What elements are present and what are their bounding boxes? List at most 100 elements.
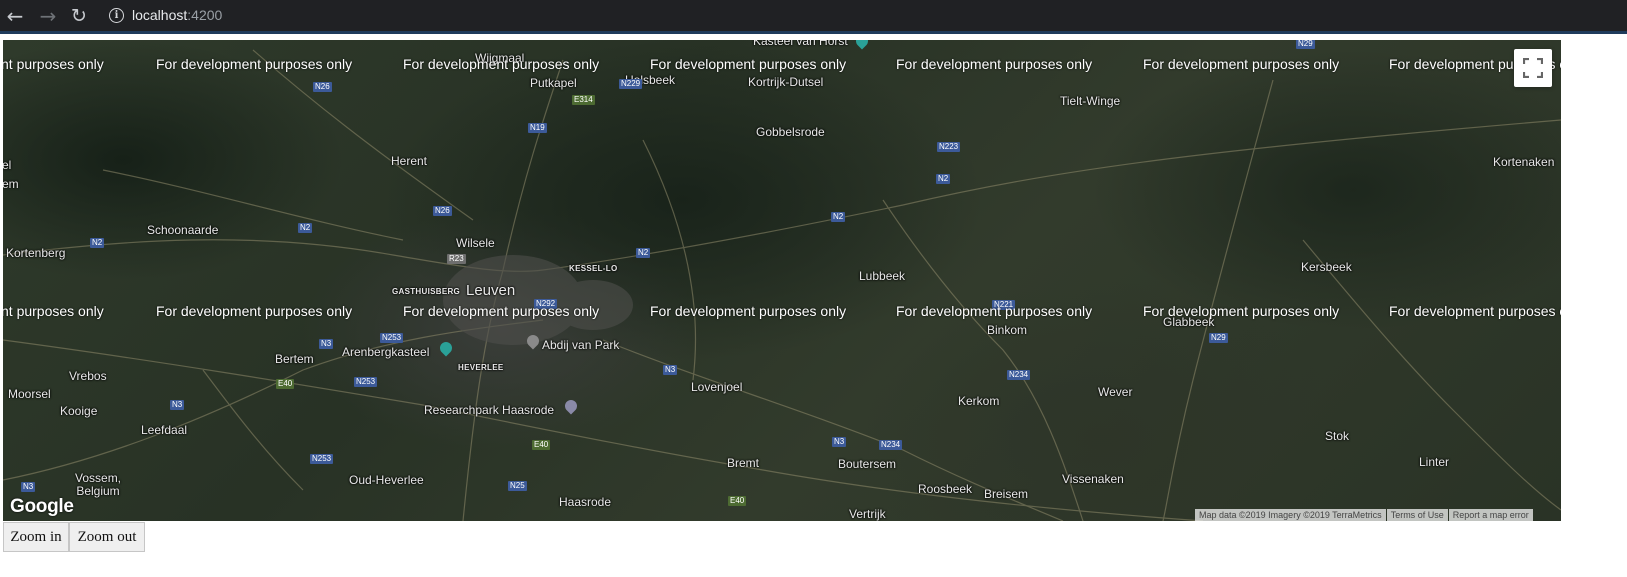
google-logo[interactable]: Google	[10, 496, 74, 518]
road-shield: N25	[508, 481, 527, 491]
place-label: Lubbeek	[859, 269, 906, 283]
place-label: Kasteel van Horst	[753, 40, 848, 48]
road-shield: E40	[728, 496, 747, 506]
fullscreen-icon	[1523, 58, 1543, 78]
url-text[interactable]: localhost:4200	[132, 7, 222, 23]
browser-toolbar: ← → ↻ i localhost:4200	[0, 0, 1627, 34]
place-label: Abdij van Park	[542, 338, 620, 352]
place-label: Linter	[1419, 455, 1450, 469]
road-shield: N234	[1007, 370, 1031, 380]
road-shield: N29	[1296, 40, 1315, 49]
road-shield: E314	[572, 95, 595, 105]
place-label: Kortenaken	[1493, 155, 1555, 169]
place-label: el	[3, 158, 12, 172]
place-label: Roosbeek	[918, 482, 973, 496]
info-icon[interactable]: i	[109, 8, 124, 23]
place-label: Stok	[1325, 429, 1350, 443]
place-label: Kerkom	[958, 394, 1000, 408]
dev-watermark: For development purposes only	[650, 56, 847, 72]
address-bar[interactable]: i localhost:4200	[102, 3, 1622, 29]
road-shield: E40	[532, 440, 551, 450]
road-shield: N3	[319, 339, 334, 349]
place-label: Boutersem	[838, 457, 897, 471]
fullscreen-button[interactable]	[1514, 49, 1552, 87]
road-shield: N26	[433, 206, 452, 216]
road-shield: N19	[528, 123, 547, 133]
place-label: Putkapel	[530, 76, 577, 90]
road-shield: N3	[170, 400, 185, 410]
road-shield: N2	[636, 248, 651, 258]
place-label: Wilsele	[456, 236, 495, 250]
place-label: Oud-Heverlee	[349, 473, 424, 487]
place-label: Vrebos	[69, 369, 107, 383]
place-label: Kortrijk-Dutsel	[748, 75, 824, 89]
place-label: Moorsel	[8, 387, 51, 401]
road-shield: N2	[936, 174, 951, 184]
dev-watermark: For development purposes only	[1143, 303, 1340, 319]
road-shield: N2	[298, 223, 313, 233]
road-shield: N223	[937, 142, 961, 152]
road-shield: N26	[313, 82, 332, 92]
dev-watermark: For development purposes only	[156, 56, 353, 72]
place-label: Kooige	[60, 404, 98, 418]
map-attribution: Map data ©2019 Imagery ©2019 TerraMetric…	[1194, 509, 1533, 521]
place-label: Binkom	[987, 323, 1028, 337]
place-label: Gobbelsrode	[756, 125, 825, 139]
url-host: localhost	[132, 7, 188, 23]
arrow-left-icon[interactable]: ←	[2, 3, 28, 29]
place-label: Kersbeek	[1301, 260, 1352, 274]
place-label: Vertrijk	[849, 507, 886, 521]
place-label: Bertem	[275, 352, 314, 366]
map-data-text: Map data ©2019 Imagery ©2019 TerraMetric…	[1195, 509, 1386, 521]
road-shield: N229	[619, 79, 643, 89]
dev-watermark: For development purposes only	[650, 303, 847, 319]
zoom-out-button[interactable]: Zoom out	[69, 522, 145, 552]
place-label: Herent	[391, 154, 428, 168]
place-label: Wever	[1098, 385, 1133, 399]
place-label: KESSEL-LO	[569, 264, 618, 273]
place-label: GASTHUISBERG	[392, 287, 461, 296]
dev-watermark: For development purposes only	[403, 56, 600, 72]
road-network	[3, 49, 1561, 521]
dev-watermark: For development purposes only	[156, 303, 353, 319]
road-shield: N253	[380, 333, 404, 343]
road-shield: N234	[879, 440, 903, 450]
road-shield: N3	[832, 437, 847, 447]
dev-watermark: nt purposes only	[3, 56, 104, 72]
road-shield: N3	[663, 365, 678, 375]
dev-watermark: nt purposes only	[3, 303, 104, 319]
place-label: Breisem	[984, 487, 1029, 501]
road-shield: N29	[1209, 333, 1228, 343]
dev-watermark: For development purposes only	[896, 303, 1093, 319]
dev-watermark: For development purposes only	[896, 56, 1093, 72]
url-port: :4200	[187, 7, 223, 23]
zoom-in-button[interactable]: Zoom in	[3, 522, 69, 552]
terms-of-use-link[interactable]: Terms of Use	[1386, 509, 1448, 521]
place-label: Vissenaken	[1062, 472, 1124, 486]
place-label: Tielt-Winge	[1060, 94, 1121, 108]
place-label: Kortenberg	[6, 246, 66, 260]
place-label: Leuven	[466, 282, 516, 299]
road-shield: E40	[276, 379, 295, 389]
place-label: HEVERLEE	[458, 363, 504, 372]
arrow-right-icon[interactable]: →	[35, 3, 61, 29]
dev-watermark: For development purposes o	[1389, 303, 1561, 319]
road-shield: N253	[310, 454, 334, 464]
road-shield: R23	[447, 254, 466, 264]
place-label: Haasrode	[559, 495, 612, 509]
place-label: Vossem, Belgium	[75, 471, 122, 498]
place-label: Lovenjoel	[691, 380, 743, 394]
place-label: Arenbergkasteel	[342, 345, 430, 359]
report-map-error-link[interactable]: Report a map error	[1448, 509, 1533, 521]
road-shield: N3	[21, 482, 36, 492]
road-shield: N2	[831, 212, 846, 222]
reload-icon[interactable]: ↻	[66, 3, 92, 29]
place-label: Researchpark Haasrode	[424, 403, 555, 417]
place-label: Schoonaarde	[147, 223, 219, 237]
map-viewport[interactable]: Wijgmaal Putkapel Holsbeek Kortrijk-Duts…	[3, 40, 1561, 521]
place-label: em	[3, 177, 19, 191]
place-label: Bremt	[727, 456, 760, 470]
dev-watermark: For development purposes only	[403, 303, 600, 319]
road-shield: N2	[90, 238, 105, 248]
road-shield: N253	[354, 377, 378, 387]
